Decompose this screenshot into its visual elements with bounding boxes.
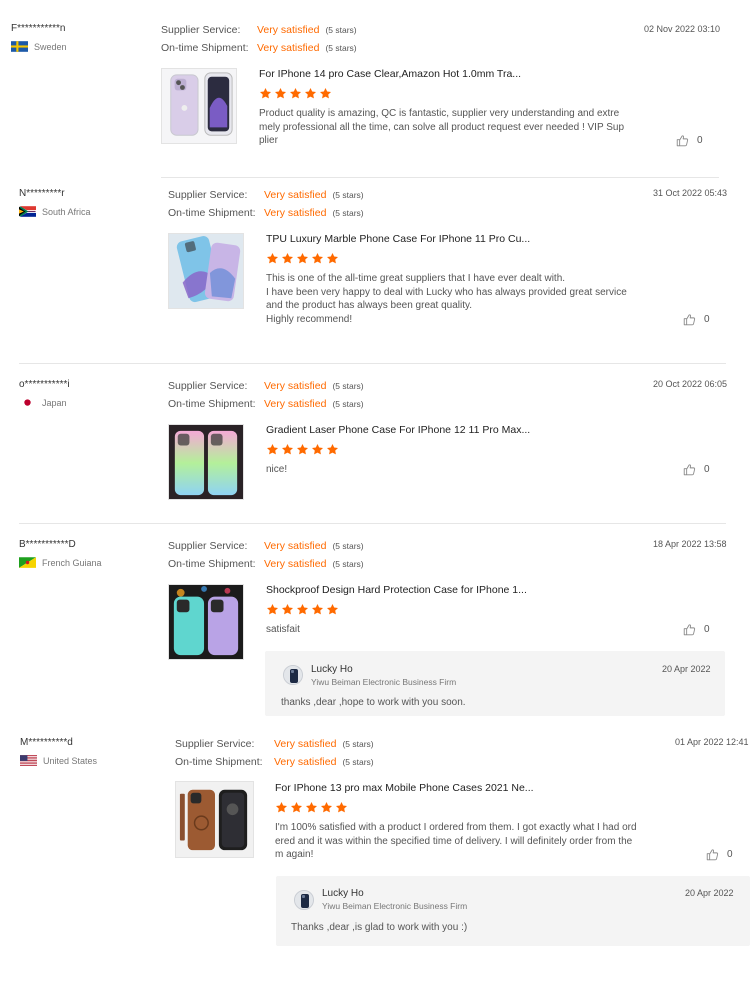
shipment-value: Very satisfied [274,756,337,768]
star-icon [335,801,348,813]
review-item: M**********d United States Supplier Serv… [0,0,750,1000]
comment-line: I'm 100% satisfied with a product I orde… [275,822,637,833]
like-count: 0 [727,849,733,860]
supplier-company: Yiwu Beiman Electronic Business Firm [322,901,468,911]
supplier-service-value: Very satisfied [274,738,337,750]
supplier-service-row: Supplier Service: Very satisfied (5 stars) [175,738,374,750]
supplier-service-stars: (5 stars) [342,739,374,749]
review-date: 01 Apr 2022 12:41 [675,737,749,747]
review-comment: I'm 100% satisfied with a product I orde… [275,821,670,862]
reply-text: Thanks ,dear ,is glad to work with you :… [291,922,468,933]
star-icon [305,801,318,813]
supplier-reply-name: Lucky Ho [322,888,364,899]
shipment-stars: (5 stars) [342,757,374,767]
star-icon [275,801,288,813]
star-icon [290,801,303,813]
supplier-avatar [294,890,314,910]
united-states-flag-icon [20,755,37,766]
reviewer-country: United States [20,755,97,766]
reply-date: 20 Apr 2022 [685,888,734,898]
country-label: United States [43,755,98,766]
supplier-reply: Lucky Ho Yiwu Beiman Electronic Business… [276,876,750,946]
shipment-row: On-time Shipment: Very satisfied (5 stars) [175,756,374,768]
star-rating [275,801,348,814]
like-button[interactable]: 0 [706,848,733,861]
thumbs-up-icon [706,849,719,861]
reviewer-name: M**********d [20,737,73,748]
product-title-link[interactable]: For IPhone 13 pro max Mobile Phone Cases… [275,782,534,794]
star-icon [320,801,333,813]
supplier-service-label: Supplier Service: [175,738,255,750]
comment-line: ered and it was within the specified tim… [275,835,633,847]
comment-line: m again! [275,849,314,860]
product-thumbnail[interactable] [175,781,254,858]
shipment-label: On-time Shipment: [175,756,263,768]
